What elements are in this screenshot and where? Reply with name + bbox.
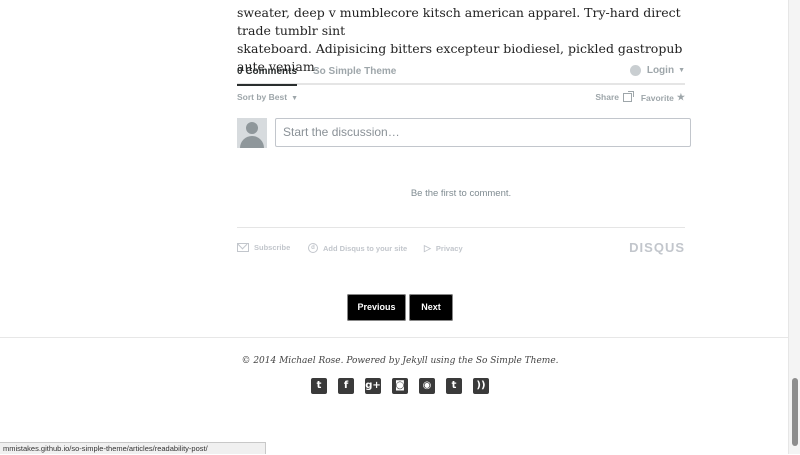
twitter-icon[interactable]: t xyxy=(311,378,327,394)
privacy-link[interactable]: ▷ Privacy xyxy=(424,243,463,254)
empty-message: Be the first to comment. xyxy=(410,188,512,199)
avatar xyxy=(237,118,267,148)
divider xyxy=(237,227,685,228)
sort-label: Sort by Best xyxy=(237,92,288,102)
rss-icon[interactable]: )) xyxy=(473,378,489,394)
favorite-button[interactable]: Favorite ★ xyxy=(641,92,685,103)
status-bar-url: mmistakes.github.io/so-simple-theme/arti… xyxy=(0,442,266,454)
privacy-icon: ▷ xyxy=(424,243,431,253)
disqus-nav: 0 Comments So Simple Theme Login ▼ xyxy=(237,63,685,86)
login-label: Login xyxy=(646,65,675,76)
login-button[interactable]: Login ▼ xyxy=(629,65,685,76)
disqus-subnav: Sort by Best ▼ Share Favorite ★ xyxy=(237,88,685,110)
facebook-icon[interactable]: f xyxy=(338,378,354,394)
mail-icon xyxy=(237,243,249,252)
google-plus-icon[interactable]: g+ xyxy=(365,378,381,394)
copyright: © 2014 Michael Rose. Powered by Jekyll u… xyxy=(241,356,559,366)
comment-box: Start the discussion… xyxy=(237,118,691,148)
tab-forum[interactable]: So Simple Theme xyxy=(313,66,396,77)
caret-down-icon: ▼ xyxy=(291,95,299,102)
next-button[interactable]: Next xyxy=(409,294,453,321)
scrollbar-thumb[interactable] xyxy=(792,378,798,446)
disqus-icon: d xyxy=(308,243,318,253)
social-links: t f g+ ◙ ◉ t )) xyxy=(311,378,500,394)
sort-dropdown[interactable]: Sort by Best ▼ xyxy=(237,92,298,102)
article-line: sweater, deep v mumblecore kitsch americ… xyxy=(237,5,681,38)
subscribe-label: Subscribe xyxy=(254,243,291,252)
user-icon xyxy=(629,65,641,76)
github-icon[interactable]: ◉ xyxy=(419,378,435,394)
favorite-label: Favorite xyxy=(640,92,674,103)
caret-down-icon: ▼ xyxy=(678,67,685,74)
subscribe-link[interactable]: Subscribe xyxy=(237,243,290,252)
disqus-comments: 0 Comments So Simple Theme Login ▼ Sort … xyxy=(237,63,691,255)
site-footer: © 2014 Michael Rose. Powered by Jekyll u… xyxy=(0,337,789,455)
add-disqus-label: Add Disqus to your site xyxy=(323,243,408,253)
add-disqus-link[interactable]: d Add Disqus to your site xyxy=(308,243,407,253)
instagram-icon[interactable]: ◙ xyxy=(392,378,408,394)
tab-comments[interactable]: 0 Comments xyxy=(237,66,298,86)
disqus-logo[interactable]: DISQUS xyxy=(629,240,685,255)
star-icon: ★ xyxy=(676,92,685,102)
comment-input[interactable]: Start the discussion… xyxy=(275,118,691,147)
share-button[interactable]: Share xyxy=(595,90,634,102)
share-label: Share xyxy=(595,92,619,102)
tumblr-icon[interactable]: t xyxy=(446,378,462,394)
disqus-footer: Subscribe d Add Disqus to your site ▷ Pr… xyxy=(237,240,685,256)
previous-button[interactable]: Previous xyxy=(347,294,406,321)
share-icon xyxy=(623,90,634,102)
privacy-label: Privacy xyxy=(435,244,463,253)
scrollbar[interactable] xyxy=(788,0,800,454)
